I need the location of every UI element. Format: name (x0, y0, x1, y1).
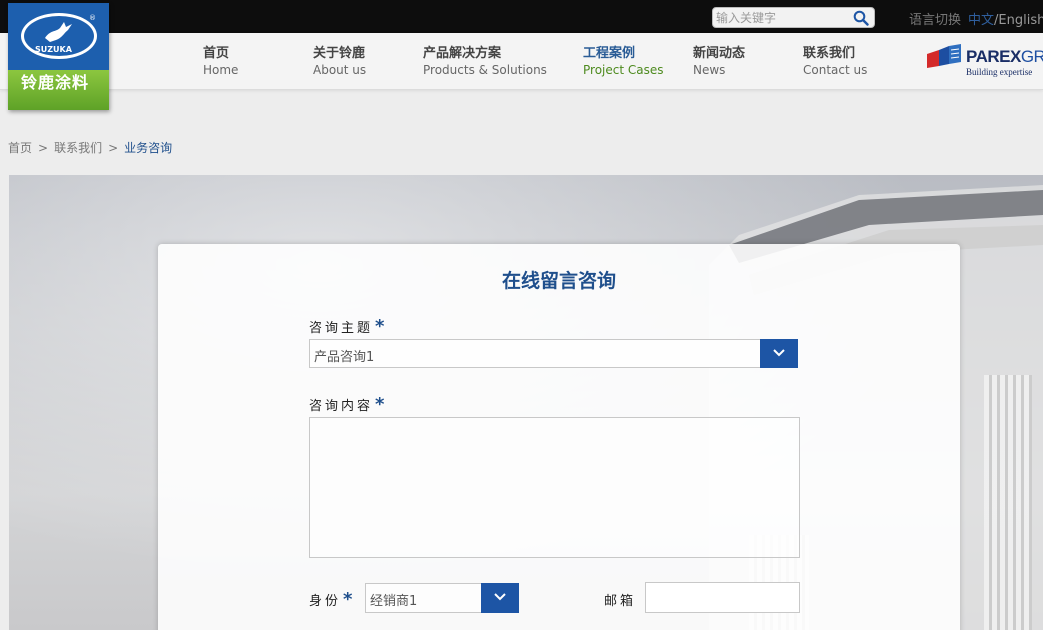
topic-select[interactable]: 产品咨询1 (309, 339, 798, 368)
email-label: 邮箱 (604, 594, 637, 609)
nav-label-en: Contact us (803, 63, 868, 77)
search-box (712, 7, 875, 28)
required-mark: * (375, 394, 385, 415)
parex-name-bold: PAREX (966, 47, 1021, 66)
identity-select[interactable]: 经销商1 (365, 583, 519, 613)
nav-label-en: About us (313, 63, 367, 77)
nav-label-en: News (693, 63, 726, 77)
identity-label-text: 身份 (309, 594, 342, 609)
content-textarea[interactable] (309, 417, 800, 558)
logo-oval-text: SUZUKA (35, 45, 72, 54)
lang-english-link[interactable]: English (998, 13, 1043, 28)
language-switcher: 语言切换 中文/English (909, 9, 1043, 28)
suzuka-logo[interactable]: SUZUKA ® 铃鹿涂料 (8, 3, 109, 110)
topic-dropdown-button[interactable] (760, 339, 798, 368)
identity-dropdown-button[interactable] (481, 583, 519, 613)
nav-label-zh: 新闻动态 (693, 46, 746, 61)
main-nav: 首页 Home 关于铃鹿 About us 产品解决方案 Products & … (0, 33, 1043, 90)
identity-select-value: 经销商1 (370, 594, 418, 609)
required-mark: * (375, 316, 385, 337)
breadcrumb-contact[interactable]: 联系我们 (54, 141, 102, 155)
topic-label: 咨询主题 * (309, 316, 384, 337)
parex-tagline: Building expertise (966, 67, 1033, 77)
parex-name-light: GROUP (1020, 47, 1043, 66)
registered-mark: ® (89, 14, 96, 22)
chevron-down-icon (494, 593, 506, 601)
breadcrumb-current: 业务咨询 (124, 141, 173, 155)
nav-item-products[interactable]: 产品解决方案 Products & Solutions (423, 45, 547, 79)
nav-item-contact[interactable]: 联系我们 Contact us (803, 45, 867, 79)
nav-label-en: Project Cases (583, 63, 664, 77)
nav-label-en: Products & Solutions (423, 63, 547, 77)
nav-label-en: Home (203, 63, 239, 77)
nav-item-about[interactable]: 关于铃鹿 About us (313, 45, 366, 79)
content-label-text: 咨询内容 (309, 399, 374, 414)
chevron-down-icon (773, 349, 785, 357)
nav-label-zh: 联系我们 (803, 46, 856, 61)
parex-mark-icon (927, 44, 961, 68)
search-icon[interactable] (853, 10, 869, 26)
nav-label-zh: 关于铃鹿 (313, 46, 366, 61)
nav-label-zh: 工程案例 (583, 46, 636, 61)
topic-select-value: 产品咨询1 (314, 350, 375, 365)
parex-name: PAREXGROUP (966, 47, 1043, 67)
breadcrumb: 首页 > 联系我们 > 业务咨询 (8, 139, 172, 156)
identity-label: 身份 * (309, 589, 352, 610)
content-label: 咨询内容 * (309, 394, 384, 415)
language-switch-label: 语言切换 (909, 13, 962, 28)
topic-label-text: 咨询主题 (309, 321, 374, 336)
nav-label-zh: 产品解决方案 (423, 46, 502, 61)
required-mark: * (343, 589, 353, 610)
nav-item-project-cases[interactable]: 工程案例 Project Cases (583, 45, 664, 79)
search-input[interactable] (716, 10, 851, 26)
lang-chinese-link[interactable]: 中文 (968, 13, 994, 28)
nav-item-home[interactable]: 首页 Home (203, 45, 238, 79)
breadcrumb-separator: > (38, 141, 49, 155)
breadcrumb-separator: > (108, 141, 119, 155)
nav-item-news[interactable]: 新闻动态 News (693, 45, 745, 79)
column-decoration (984, 375, 1032, 630)
form-title: 在线留言咨询 (501, 270, 616, 292)
email-field[interactable] (645, 582, 800, 613)
parex-group-logo[interactable]: PAREXGROUP Building expertise (925, 44, 1043, 80)
nav-label-zh: 首页 (203, 46, 230, 61)
breadcrumb-home[interactable]: 首页 (8, 141, 32, 155)
deer-icon (45, 22, 72, 42)
top-bar: 语言切换中文/English (0, 0, 1043, 33)
consult-form-card: 在线留言咨询 咨询主题 * 产品咨询1 咨询内容 * 身份 * 经销商1 邮箱 (158, 244, 960, 630)
logo-brand-name: 铃鹿涂料 (21, 73, 90, 92)
